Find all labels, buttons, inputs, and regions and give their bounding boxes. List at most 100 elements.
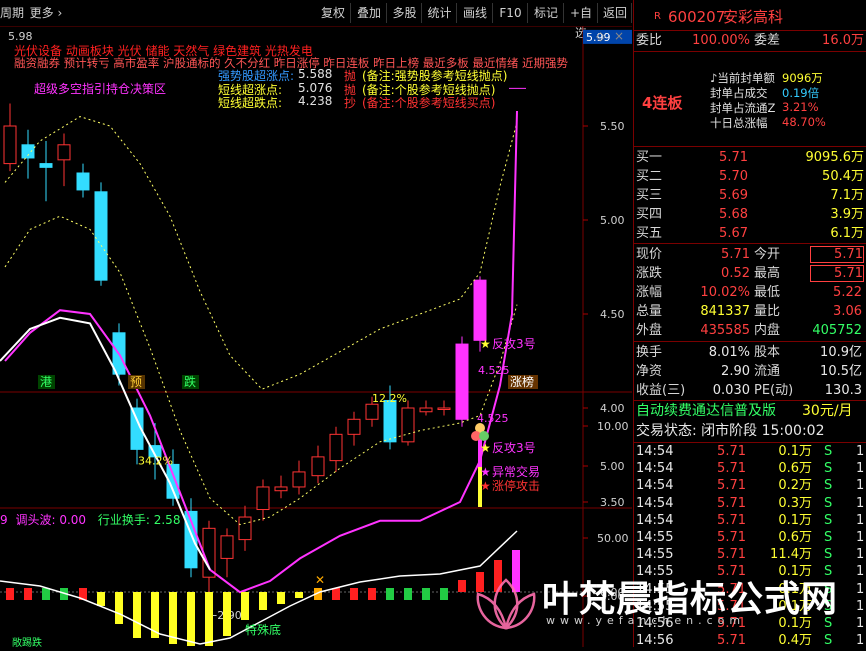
trade-time: 14:54	[636, 512, 674, 528]
trade-count: 1	[856, 444, 865, 459]
candle-body	[292, 471, 306, 488]
bid-volume: 9095.6万	[805, 150, 865, 165]
diamond-icon[interactable]: ◇	[596, 29, 605, 43]
candle-body	[94, 191, 108, 281]
promo-row[interactable]: 自动续费通达信普及版 30元/月	[634, 402, 866, 421]
trade-row: 14:55 5.71 0.6万 S 1	[634, 529, 866, 546]
stat-value-2: 5.71	[810, 246, 864, 263]
limit-info-label: ♪当前封单额	[710, 71, 775, 85]
trade-side: S	[824, 478, 833, 494]
more-button[interactable]: 更多 ›	[26, 3, 66, 23]
limit-info-value: 9096万	[782, 71, 823, 85]
tag-label-0: 港	[40, 375, 52, 389]
indicator-bar	[259, 592, 267, 610]
bid-price: 5.70	[719, 169, 748, 184]
indicator-bar	[133, 592, 141, 638]
trade-volume: 0.2万	[778, 478, 812, 494]
stat-label: 外盘	[636, 323, 663, 338]
close-icon[interactable]: ×	[614, 29, 624, 43]
stat2-value: 8.01%	[708, 345, 750, 360]
candle-body	[57, 144, 71, 161]
candle-body	[39, 163, 53, 168]
stock-header: R 600207 安彩高科	[634, 6, 866, 28]
stat-value-2: 5.71	[810, 265, 864, 282]
indicator-bar	[187, 592, 195, 646]
bid-row-4: 买五 5.67 6.1万	[634, 224, 866, 243]
legend-row-1: 短线超涨点: 5.076 抛 (备注:个股参考短线抛点)	[218, 80, 518, 97]
bid-row-0: 买一 5.71 9095.6万	[634, 148, 866, 167]
trade-volume: 11.4万	[770, 547, 812, 563]
stock-code: 600207	[668, 8, 726, 26]
limit-info-row: 封单占流通Z 3.21%	[710, 100, 866, 115]
period-button[interactable]: 周期	[0, 3, 24, 23]
star-icon: ★	[480, 337, 491, 351]
trade-count: 1	[856, 616, 865, 631]
kline-chart-area[interactable]: 5.50 5.00 4.50 4.00 3.50 3.00 5.99 5.98 34.2% 12.…	[0, 26, 632, 649]
toolbar-button-2[interactable]: 多股	[388, 3, 422, 23]
curve-main-white	[0, 316, 211, 571]
candle-body	[419, 407, 433, 413]
curve-support	[4, 215, 518, 526]
watermark: 叶梵晨指标公式网 www.yefanchen.com	[470, 568, 850, 638]
stat-value-2: 405752	[812, 323, 862, 338]
stat2-label: 换手	[636, 345, 663, 360]
hangye-value: 行业换手: 2.58	[97, 513, 181, 527]
promo-text: 自动续费通达信普及版	[636, 403, 776, 419]
bid-row-1: 买二 5.70 50.4万	[634, 167, 866, 186]
indicator-footer: 敞踢跌	[12, 636, 42, 647]
trade-count: 1	[856, 461, 865, 477]
trade-row: 14:54 5.71 0.1万 S 1	[634, 443, 866, 460]
candle-body	[437, 407, 451, 410]
trade-count: 1	[856, 478, 865, 494]
indicator-bar	[295, 592, 303, 598]
toolbar-button-4[interactable]: 画线	[458, 3, 493, 23]
limit-info-value: 0.19倍	[782, 86, 820, 100]
stat2-value-2: 130.3	[824, 383, 862, 398]
bid-label: 买五	[636, 226, 663, 241]
lianban-label: 4连板	[642, 94, 683, 112]
stat-label-2: 今开	[754, 247, 781, 262]
stat-row-1: 涨跌 0.52 最高 5.71	[634, 264, 866, 283]
bid-volume: 6.1万	[830, 226, 864, 241]
trade-count: 1	[856, 581, 865, 597]
bot-tick-label-0: 50.00	[597, 532, 629, 545]
indicator-bar	[440, 588, 448, 600]
trade-side: S	[824, 547, 833, 563]
toolbar-button-7[interactable]: +自选	[565, 3, 598, 40]
legend-row-0: 强势股超涨点: 5.588 抛 (备注:强势股参考短线抛点)	[218, 67, 518, 83]
legend-row-2: 短线超跌点: 4.238 抄 (备注:个股参考短线买点)	[218, 94, 518, 110]
bid-label: 买四	[636, 207, 663, 222]
stat2-label-2: 流通	[754, 364, 781, 379]
toolbar-button-6[interactable]: 标记	[529, 3, 564, 23]
stat2-row-2: 收益(三) 0.030 PE(动) 130.3	[634, 381, 866, 400]
toolbar-button-3[interactable]: 统计	[423, 3, 457, 23]
limit-info-row: ♪当前封单额 9096万	[710, 70, 866, 85]
toolbar-button-1[interactable]: 叠加	[352, 3, 387, 23]
more-label: 更多	[29, 6, 54, 20]
indicator-bar	[458, 580, 466, 592]
signal-dot-3	[479, 431, 489, 441]
mid-tick-label-1: 5.00	[600, 460, 625, 473]
legend-value: 5.076	[298, 80, 333, 95]
indicator-bar	[205, 592, 213, 646]
toolbar-button-5[interactable]: F10	[494, 3, 528, 23]
trade-time: 14:55	[636, 530, 674, 545]
legend-note: (备注:个股参考短线买点)	[362, 96, 496, 110]
candle-body	[220, 535, 234, 559]
mid-star-icon-2: ★	[480, 465, 491, 479]
stat-label-2: 内盘	[754, 323, 781, 338]
y-tick-label: 5.50	[600, 120, 625, 133]
stock-name: 安彩高科	[723, 8, 784, 26]
toolbar-button-8[interactable]: 返回	[599, 3, 632, 23]
bid-label: 买二	[636, 169, 663, 184]
y-tick-label: 4.00	[600, 402, 625, 415]
stat-row-2: 涨幅 10.02% 最低 5.22	[634, 283, 866, 302]
bid-label: 买一	[636, 150, 663, 165]
stat2-label: 收益(三)	[636, 383, 686, 398]
toolbar-button-0[interactable]: 复权	[316, 3, 351, 23]
trade-side: S	[824, 495, 833, 511]
trade-status: 交易状态: 闭市阶段 15:00:02	[636, 423, 825, 439]
trade-row: 14:55 5.71 11.4万 S 1	[634, 546, 866, 563]
limit-info-label: 封单占成交	[710, 86, 768, 100]
bid-row-3: 买四 5.68 3.9万	[634, 205, 866, 224]
